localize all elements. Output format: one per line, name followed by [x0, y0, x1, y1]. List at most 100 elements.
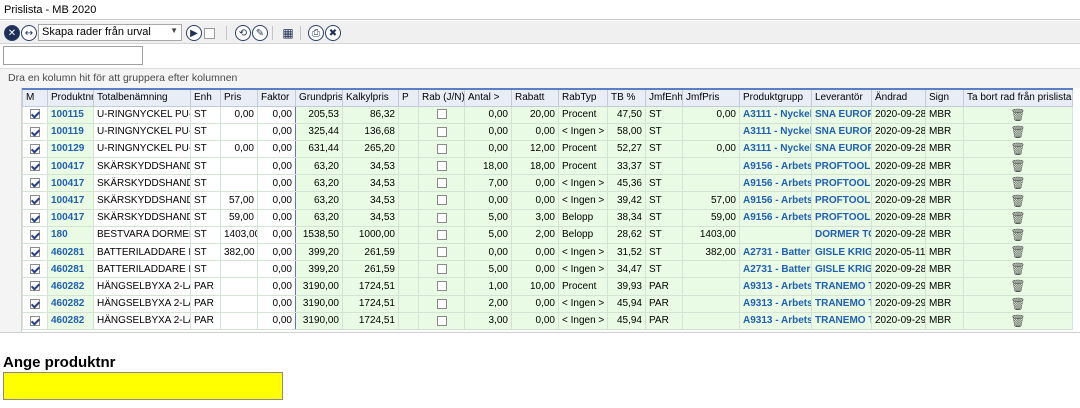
cell-tb[interactable]: 33,37	[607, 157, 646, 176]
cell-jmfpris[interactable]	[682, 311, 740, 330]
cell-produktnr[interactable]: 460281	[47, 242, 94, 262]
cell-rab[interactable]	[418, 105, 465, 124]
cell-jmfenh[interactable]: ST	[645, 105, 683, 124]
cell-faktor[interactable]: 0,00	[257, 242, 296, 262]
cell-kalkylpris[interactable]: 261,59	[342, 260, 399, 279]
cell-produktnr[interactable]: 100115	[47, 105, 94, 124]
cell-rabtyp[interactable]: Procent	[558, 105, 608, 124]
cell-jmfpris[interactable]: 59,00	[682, 208, 740, 227]
rab-checkbox[interactable]	[436, 109, 447, 120]
cell-rabtyp[interactable]: < Ingen >	[558, 242, 608, 262]
cell-trash[interactable]: 🗑	[963, 208, 1073, 227]
cell-pris[interactable]: 382,00	[220, 242, 258, 262]
cell-grundpris[interactable]: 399,20	[295, 242, 343, 262]
rab-checkbox[interactable]	[436, 126, 447, 137]
cell-jmfenh[interactable]: ST	[645, 191, 683, 210]
cell-faktor[interactable]: 0,00	[257, 139, 296, 159]
cell-grupp[interactable]	[739, 225, 812, 245]
column-header[interactable]: Leverantör	[811, 88, 872, 107]
cell-benamning[interactable]: U-RINGNYCKEL PU-32M	[93, 139, 191, 159]
column-header[interactable]: Kalkylpris	[342, 88, 399, 107]
cell-grundpris[interactable]: 631,44	[295, 139, 343, 159]
rab-checkbox[interactable]	[436, 195, 447, 206]
trash-icon[interactable]: 🗑	[1010, 211, 1025, 225]
cell-andrad[interactable]: 2020-09-28	[871, 208, 926, 227]
rab-checkbox[interactable]	[436, 212, 447, 223]
cell-antal[interactable]: 5,00	[464, 260, 512, 279]
cell-trash[interactable]: 🗑	[963, 191, 1073, 210]
cell-tb[interactable]: 52,27	[607, 139, 646, 159]
cell-kalkylpris[interactable]: 86,32	[342, 105, 399, 124]
cell-grupp[interactable]: A3111 - Nyckelve	[739, 122, 812, 141]
cell-benamning[interactable]: SKÄRSKYDDSHANDSKE	[93, 191, 191, 210]
cell-tb[interactable]: 31,52	[607, 242, 646, 262]
cell-grupp[interactable]: A9156 - Arbets- M	[739, 208, 812, 227]
rab-checkbox[interactable]	[436, 298, 447, 309]
cell-enh[interactable]: ST	[190, 174, 221, 193]
cell-kalkylpris[interactable]: 1724,51	[342, 277, 399, 296]
cell-grupp[interactable]: A3111 - Nyckelve	[739, 139, 812, 159]
cell-tb[interactable]: 39,42	[607, 191, 646, 210]
action-combo[interactable]: Skapa rader från urval ▼	[38, 24, 182, 41]
cell-benamning[interactable]: BESTVARA DORMER TOO	[93, 225, 191, 245]
cell-enh[interactable]: ST	[190, 225, 221, 245]
cell-rab[interactable]	[418, 311, 465, 330]
cell-jmfenh[interactable]: PAR	[645, 311, 683, 330]
cell-rabatt[interactable]: 18,00	[511, 157, 559, 176]
refresh-icon[interactable]: ⟲	[235, 25, 251, 41]
cell-checked[interactable]	[22, 105, 48, 124]
trash-icon[interactable]: 🗑	[1010, 176, 1025, 190]
cell-benamning[interactable]: BATTERILADDARE ELEKT	[93, 260, 191, 279]
cell-trash[interactable]: 🗑	[963, 157, 1073, 176]
cell-kalkylpris[interactable]: 136,68	[342, 122, 399, 141]
cell-benamning[interactable]: SKÄRSKYDDSHANDSKE	[93, 157, 191, 176]
cell-p[interactable]	[398, 260, 419, 279]
cell-checked[interactable]	[22, 242, 48, 262]
cell-trash[interactable]: 🗑	[963, 242, 1073, 262]
cell-jmfenh[interactable]: PAR	[645, 277, 683, 296]
cell-rabatt[interactable]: 0,00	[511, 260, 559, 279]
cell-produktnr[interactable]: 460282	[47, 294, 94, 313]
cell-produktnr[interactable]: 460282	[47, 311, 94, 330]
cell-antal[interactable]: 7,00	[464, 174, 512, 193]
cell-faktor[interactable]: 0,00	[257, 174, 296, 193]
cell-rabtyp[interactable]: Procent	[558, 277, 608, 296]
column-header[interactable]: Produktgrupp	[739, 88, 812, 107]
column-header[interactable]: M	[22, 88, 48, 107]
cell-andrad[interactable]: 2020-09-28	[871, 157, 926, 176]
cell-faktor[interactable]: 0,00	[257, 260, 296, 279]
row-select-checkbox[interactable]	[30, 143, 40, 154]
cell-tb[interactable]: 28,62	[607, 225, 646, 245]
row-select-checkbox[interactable]	[30, 264, 40, 275]
cell-p[interactable]	[398, 294, 419, 313]
cell-checked[interactable]	[22, 277, 48, 296]
cell-lev[interactable]: SNA EUROPE	[811, 105, 872, 124]
cell-rabatt[interactable]: 10,00	[511, 277, 559, 296]
cell-rabtyp[interactable]: < Ingen >	[558, 311, 608, 330]
cell-rabtyp[interactable]: < Ingen >	[558, 174, 608, 193]
cell-rabtyp[interactable]: < Ingen >	[558, 122, 608, 141]
trash-icon[interactable]: 🗑	[1010, 142, 1025, 156]
cell-p[interactable]	[398, 208, 419, 227]
cell-grundpris[interactable]: 63,20	[295, 191, 343, 210]
column-header[interactable]: Totalbenämning	[93, 88, 191, 107]
cell-p[interactable]	[398, 242, 419, 262]
cell-andrad[interactable]: 2020-09-28	[871, 139, 926, 159]
column-header[interactable]: Faktor	[257, 88, 296, 107]
cell-checked[interactable]	[22, 157, 48, 176]
cell-grupp[interactable]: A9156 - Arbets- M	[739, 174, 812, 193]
cell-tb[interactable]: 39,93	[607, 277, 646, 296]
column-header[interactable]: Antal >	[464, 88, 512, 107]
column-header[interactable]: JmfEnh	[645, 88, 683, 107]
cell-jmfenh[interactable]: ST	[645, 242, 683, 262]
cell-produktnr[interactable]: 460282	[47, 277, 94, 296]
cell-andrad[interactable]: 2020-09-28	[871, 122, 926, 141]
column-header[interactable]: JmfPris	[682, 88, 740, 107]
cell-trash[interactable]: 🗑	[963, 105, 1073, 124]
cell-grupp[interactable]: A9156 - Arbets- M	[739, 157, 812, 176]
cell-antal[interactable]: 18,00	[464, 157, 512, 176]
cell-checked[interactable]	[22, 294, 48, 313]
column-header[interactable]: P	[398, 88, 419, 107]
row-select-checkbox[interactable]	[30, 126, 40, 137]
cell-kalkylpris[interactable]: 1724,51	[342, 311, 399, 330]
